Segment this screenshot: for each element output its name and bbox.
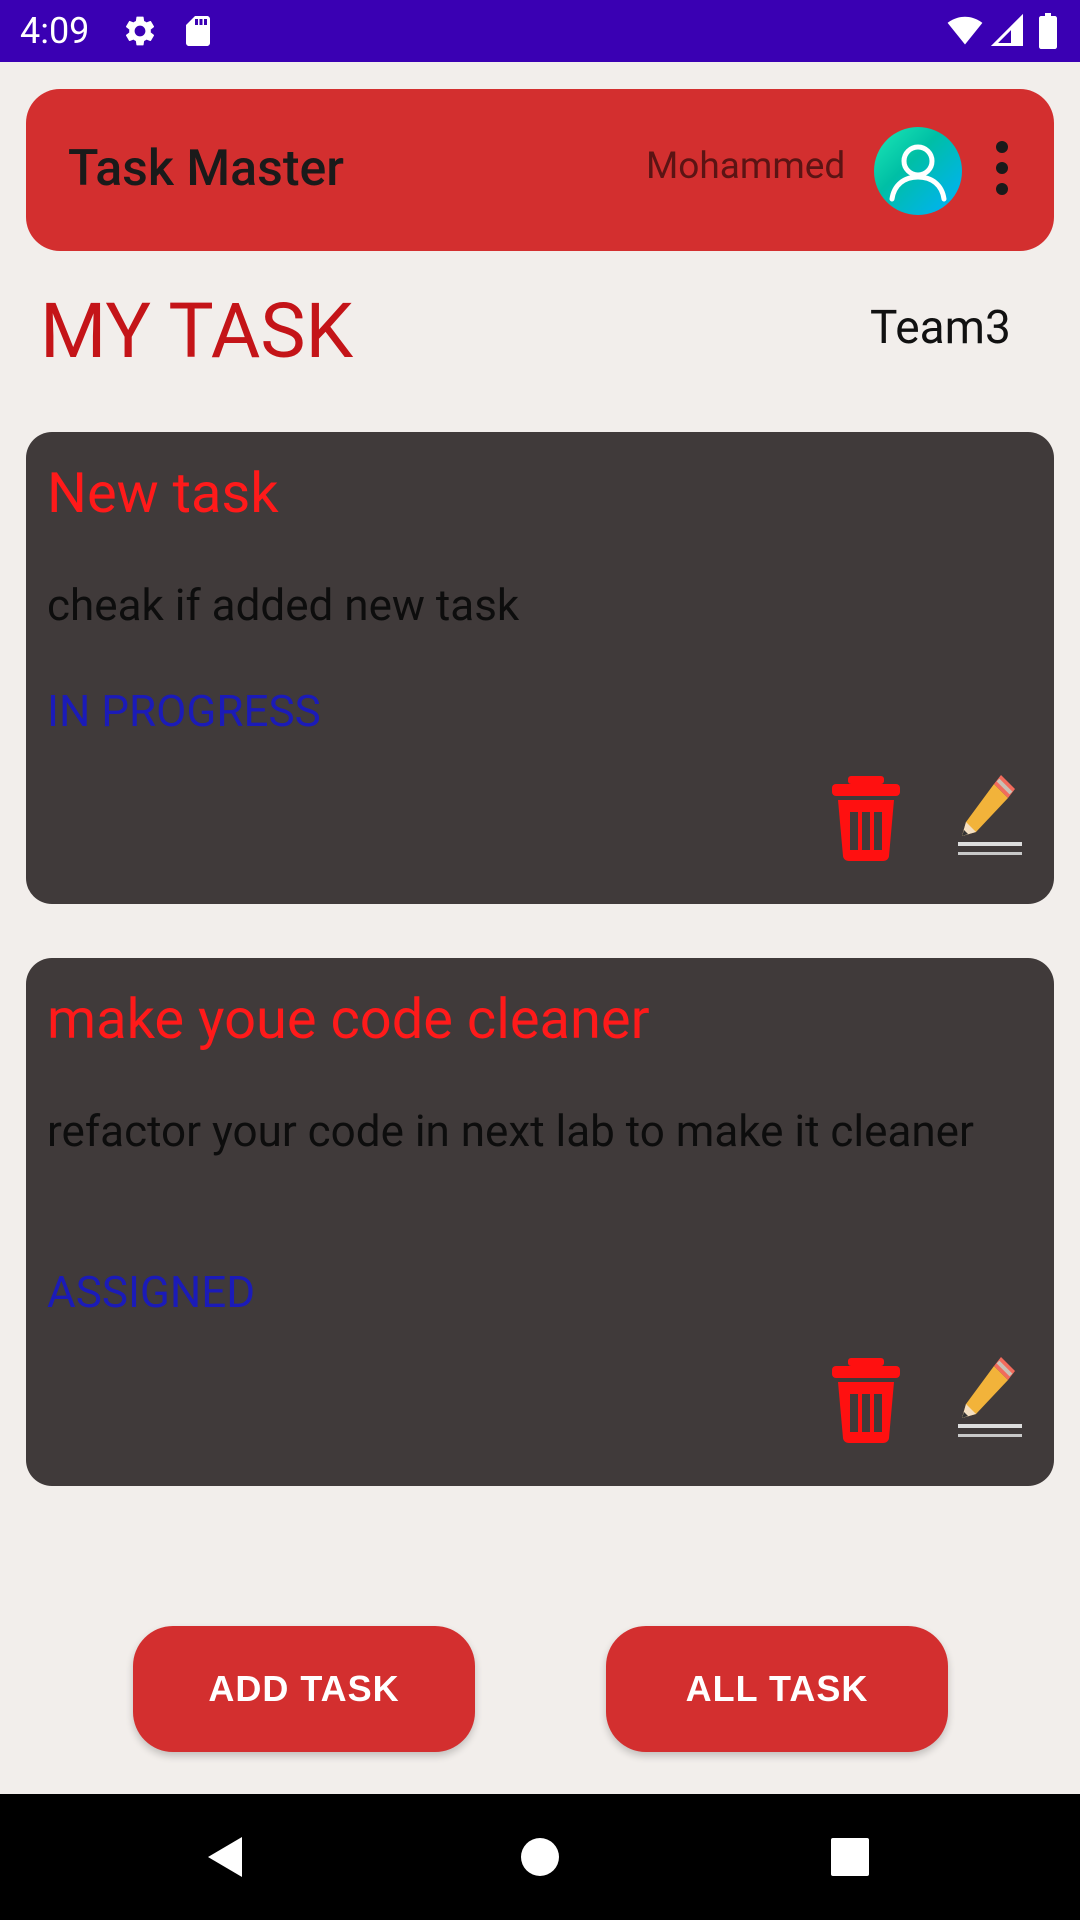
task-card[interactable]: New task cheak if added new task IN PROG… [26,432,1054,904]
username-label: Mohammed [646,145,846,188]
task-description: refactor your code in next lab to make i… [47,1105,974,1157]
task-status: IN PROGRESS [47,685,321,737]
back-triangle-icon[interactable] [196,1827,256,1887]
recents-square-icon[interactable] [820,1827,880,1887]
pencil-icon[interactable] [954,772,1030,858]
pencil-icon[interactable] [954,1354,1030,1440]
task-title: New task [47,460,279,526]
all-task-button[interactable]: ALL TASK [606,1626,948,1752]
app-title: Task Master [68,140,344,198]
more-vert-icon[interactable] [984,134,1020,206]
trash-icon[interactable] [826,772,906,862]
status-time: 4:09 [20,10,90,52]
task-card[interactable]: make youe code cleaner refactor your cod… [26,958,1054,1486]
settings-gear-icon [122,13,158,49]
trash-icon[interactable] [826,1354,906,1444]
sd-card-icon [180,13,216,49]
home-circle-icon[interactable] [510,1827,570,1887]
task-status: ASSIGNED [47,1266,256,1318]
task-description: cheak if added new task [47,579,520,631]
battery-icon [1036,13,1060,49]
cellular-signal-icon [990,13,1026,49]
add-task-button[interactable]: ADD TASK [133,1626,475,1752]
navigation-bar [0,1794,1080,1920]
person-avatar-icon[interactable] [874,127,962,215]
task-title: make youe code cleaner [47,986,650,1052]
wifi-icon [944,13,986,49]
page-title: MY TASK [40,286,354,376]
app-toolbar: Task Master Mohammed [26,89,1054,251]
team-label: Team3 [870,301,1011,355]
status-bar: 4:09 [0,0,1080,62]
